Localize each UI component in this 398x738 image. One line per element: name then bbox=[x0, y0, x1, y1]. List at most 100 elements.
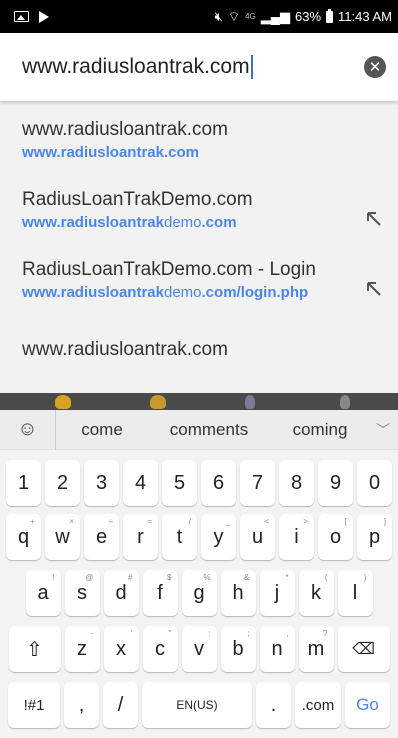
key-n[interactable]: ,n bbox=[259, 626, 295, 672]
key-secondary-label: $ bbox=[167, 573, 172, 582]
fill-suggestion-arrow-icon[interactable] bbox=[364, 209, 384, 229]
key-secondary-label: + bbox=[30, 517, 35, 526]
prediction-bar: ☺ come comments coming ﹀ bbox=[0, 409, 398, 450]
key-label: y bbox=[213, 525, 224, 548]
comma-key[interactable]: , bbox=[64, 682, 99, 728]
key-secondary-label: ; bbox=[247, 629, 250, 638]
fill-suggestion-arrow-icon[interactable] bbox=[364, 279, 384, 299]
space-key[interactable]: EN(US) bbox=[142, 682, 252, 728]
suggestion-item[interactable]: www.radiusloantrak.com www.radiusloantra… bbox=[22, 119, 384, 161]
play-notification-icon bbox=[39, 10, 49, 23]
letter-row-3-keys: - z ' x " c: v; b, n? m bbox=[63, 626, 336, 672]
key-1[interactable]: 1 bbox=[6, 460, 41, 506]
key-z[interactable]: -z bbox=[64, 626, 100, 672]
period-key[interactable]: . bbox=[256, 682, 291, 728]
key-6[interactable]: 6 bbox=[201, 460, 236, 506]
key-i[interactable]: > i bbox=[279, 514, 314, 560]
suggestion-url: www.radiusloantrak.com bbox=[22, 144, 199, 161]
prediction-1[interactable]: come bbox=[56, 420, 148, 440]
emoji-button[interactable]: ☺ bbox=[0, 409, 56, 450]
key-e[interactable]: ÷ e bbox=[84, 514, 119, 560]
key-secondary-label: - bbox=[90, 629, 94, 638]
key-secondary-label: & bbox=[244, 573, 250, 582]
key-secondary-label: ! bbox=[52, 573, 55, 582]
key-8[interactable]: 8 bbox=[279, 460, 314, 506]
key-r[interactable]: = r bbox=[123, 514, 158, 560]
key-secondary-label: ] bbox=[383, 517, 386, 526]
page-peek-strip bbox=[0, 393, 398, 410]
key-s[interactable]: @ s bbox=[64, 570, 100, 616]
key-3[interactable]: 3 bbox=[84, 460, 119, 506]
key-label: k bbox=[311, 581, 321, 604]
symbols-key[interactable]: !#1 bbox=[8, 682, 60, 728]
clock: 11:43 AM bbox=[338, 9, 392, 24]
chevron-down-icon[interactable]: ﹀ bbox=[370, 420, 396, 440]
key-9[interactable]: 9 bbox=[318, 460, 353, 506]
shift-key[interactable]: ⇧ bbox=[8, 626, 61, 672]
suggestion-list: www.radiusloantrak.com www.radiusloantra… bbox=[0, 101, 398, 393]
url-input[interactable]: www.radiusloantrak.com bbox=[22, 55, 364, 79]
key-secondary-label: # bbox=[128, 573, 133, 582]
key-t[interactable]: / t bbox=[162, 514, 197, 560]
key-f[interactable]: $ f bbox=[142, 570, 178, 616]
key-u[interactable]: < u bbox=[240, 514, 275, 560]
number-row: 1 2 3 4 5 6 7 8 9 0 bbox=[0, 460, 398, 506]
close-icon: ✕ bbox=[368, 58, 382, 76]
suggestion-item[interactable]: RadiusLoanTrakDemo.com www.radiusloantra… bbox=[22, 189, 384, 231]
key-secondary-label: % bbox=[203, 573, 211, 582]
key-x[interactable]: ' x bbox=[103, 626, 139, 672]
backspace-key[interactable]: ⌫ bbox=[337, 626, 390, 672]
key-label: j bbox=[274, 581, 280, 604]
key-p[interactable]: ] p bbox=[357, 514, 392, 560]
key-j[interactable]: * j bbox=[259, 570, 295, 616]
keyboard: ☺ come comments coming ﹀ 1 2 3 4 5 6 7 8… bbox=[0, 393, 398, 738]
suggestion-title: RadiusLoanTrakDemo.com bbox=[22, 189, 253, 210]
suggestion-title: www.radiusloantrak.com bbox=[22, 339, 228, 360]
key-0[interactable]: 0 bbox=[357, 460, 392, 506]
suggestion-item[interactable]: RadiusLoanTrakDemo.com - Login www.radiu… bbox=[22, 259, 384, 301]
key-k[interactable]: (k bbox=[298, 570, 334, 616]
key-label: p bbox=[368, 525, 381, 548]
key-c[interactable]: " c bbox=[142, 626, 178, 672]
go-key[interactable]: Go bbox=[345, 682, 390, 728]
status-bar: 🔇︎ ⌔ 4G ▂▄▆ 63% 11:43 AM bbox=[0, 0, 398, 33]
key-7[interactable]: 7 bbox=[240, 460, 275, 506]
key-v[interactable]: :v bbox=[181, 626, 217, 672]
key-2[interactable]: 2 bbox=[45, 460, 80, 506]
shift-icon: ⇧ bbox=[26, 638, 43, 661]
key-y[interactable]: _ y bbox=[201, 514, 236, 560]
key-m[interactable]: ? m bbox=[298, 626, 334, 672]
key-secondary-label: [ bbox=[344, 517, 347, 526]
key-label: z bbox=[77, 637, 87, 660]
key-a[interactable]: ! a bbox=[25, 570, 61, 616]
text-caret bbox=[250, 55, 253, 79]
key-d[interactable]: # d bbox=[103, 570, 139, 616]
prediction-2[interactable]: comments bbox=[148, 420, 270, 440]
key-label: x bbox=[116, 637, 126, 660]
key-5[interactable]: 5 bbox=[162, 460, 197, 506]
key-secondary-label: ) bbox=[363, 573, 367, 582]
key-4[interactable]: 4 bbox=[123, 460, 158, 506]
key-q[interactable]: + q bbox=[6, 514, 41, 560]
url-text: www.radiusloantrak.com bbox=[22, 55, 250, 78]
slash-key[interactable]: / bbox=[103, 682, 138, 728]
key-o[interactable]: [o bbox=[318, 514, 353, 560]
dotcom-key[interactable]: .com bbox=[295, 682, 341, 728]
key-secondary-label: / bbox=[188, 517, 191, 526]
key-secondary-label: ( bbox=[324, 573, 328, 582]
key-w[interactable]: × w bbox=[45, 514, 80, 560]
key-label: d bbox=[115, 581, 127, 604]
key-secondary-label: ' bbox=[130, 629, 133, 638]
prediction-3[interactable]: coming bbox=[270, 420, 370, 440]
key-label: a bbox=[37, 581, 49, 604]
suggestion-title: www.radiusloantrak.com bbox=[22, 119, 228, 140]
clear-input-button[interactable]: ✕ bbox=[364, 56, 386, 78]
key-label: s bbox=[77, 581, 87, 604]
suggestion-item[interactable]: www.radiusloantrak.com bbox=[22, 339, 384, 361]
key-h[interactable]: & h bbox=[220, 570, 256, 616]
key-g[interactable]: % g bbox=[181, 570, 217, 616]
key-l[interactable]: ) l bbox=[337, 570, 373, 616]
key-b[interactable]: ; b bbox=[220, 626, 256, 672]
key-label: b bbox=[232, 637, 244, 660]
key-label: h bbox=[232, 581, 244, 604]
